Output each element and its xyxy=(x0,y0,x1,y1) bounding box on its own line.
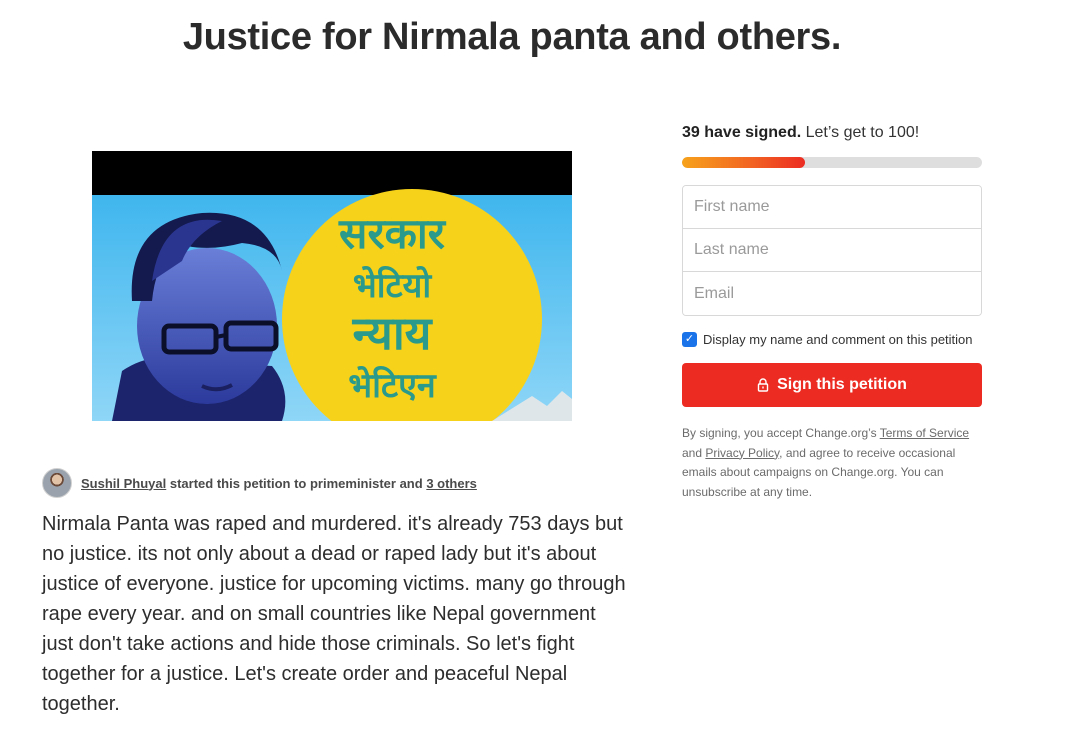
sign-button-label: Sign this petition xyxy=(777,376,907,393)
legal-prefix: By signing, you accept Change.org’s xyxy=(682,426,877,440)
image-text-line4: भेटिएन xyxy=(348,365,437,406)
author-avatar[interactable] xyxy=(42,468,72,498)
legal-disclaimer: By signing, you accept Change.org’s Term… xyxy=(682,424,982,502)
sign-panel: 39 have signed. Let’s get to 100! ✓ Disp… xyxy=(682,124,982,502)
signed-count-text: 39 have signed. xyxy=(682,124,802,141)
author-text: Sushil Phuyal started this petition to p… xyxy=(81,476,477,491)
last-name-input[interactable] xyxy=(683,229,981,272)
petition-description: Nirmala Panta was raped and murdered. it… xyxy=(42,513,626,715)
sign-petition-button[interactable]: Sign this petition xyxy=(682,363,982,407)
goal-text: Let’s get to 100! xyxy=(805,124,920,141)
sign-form xyxy=(682,185,982,316)
first-name-input[interactable] xyxy=(683,186,981,229)
display-name-checkbox[interactable]: ✓ xyxy=(682,332,697,347)
author-link[interactable]: Sushil Phuyal xyxy=(81,476,166,491)
email-input[interactable] xyxy=(683,272,981,315)
lock-icon xyxy=(757,378,769,392)
image-text-line1: सरकार xyxy=(338,209,447,258)
image-text-line2: भेटियो xyxy=(353,265,433,306)
petition-page: Justice for Nirmala panta and others. सर… xyxy=(0,0,1088,732)
petition-title: Justice for Nirmala panta and others. xyxy=(182,16,842,58)
privacy-link[interactable]: Privacy Policy xyxy=(705,446,779,460)
petition-author-line: Sushil Phuyal started this petition to p… xyxy=(42,468,477,498)
others-link[interactable]: 3 others xyxy=(426,476,477,491)
display-name-option[interactable]: ✓ Display my name and comment on this pe… xyxy=(682,332,982,347)
image-text-line3: न्याय xyxy=(352,306,434,360)
display-name-label: Display my name and comment on this peti… xyxy=(703,332,973,347)
signature-count: 39 have signed. Let’s get to 100! xyxy=(682,124,982,146)
terms-link[interactable]: Terms of Service xyxy=(880,426,969,440)
signature-progress-bar xyxy=(682,157,982,168)
petition-image: सरकार भेटियो न्याय भेटिएन xyxy=(92,151,572,421)
progress-fill xyxy=(682,157,805,168)
started-text: started this petition to primeminister a… xyxy=(169,475,423,491)
legal-and: and xyxy=(682,445,703,460)
